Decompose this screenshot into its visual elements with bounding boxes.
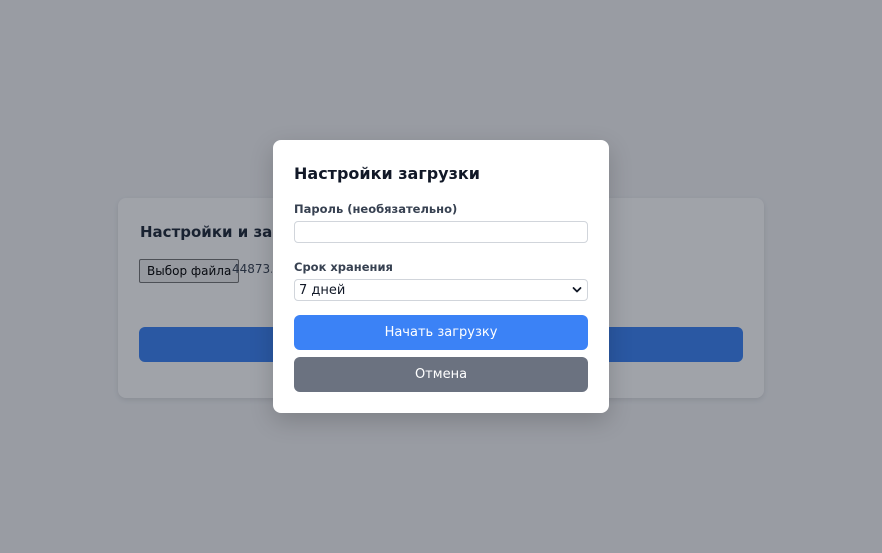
retention-selected-value: 7 дней (299, 283, 346, 298)
cancel-button[interactable]: Отмена (294, 357, 588, 392)
start-upload-button[interactable]: Начать загрузку (294, 315, 588, 350)
upload-settings-modal: Настройки загрузки Пароль (необязательно… (273, 140, 609, 413)
modal-title: Настройки загрузки (294, 164, 480, 183)
password-input[interactable] (294, 221, 588, 243)
retention-select[interactable]: 7 дней (294, 279, 588, 301)
chevron-down-icon (572, 287, 582, 293)
retention-label: Срок хранения (294, 260, 393, 274)
password-label: Пароль (необязательно) (294, 202, 458, 216)
